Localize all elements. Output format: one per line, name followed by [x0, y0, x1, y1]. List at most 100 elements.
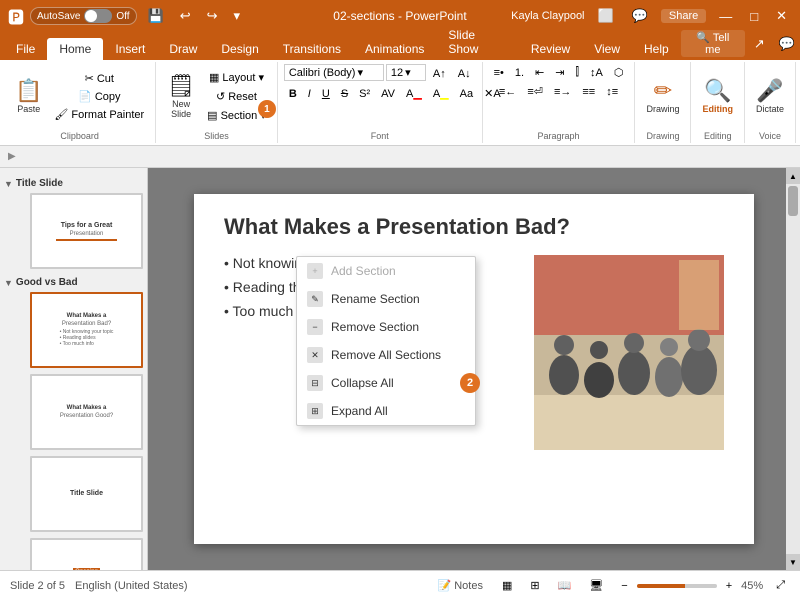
highlight-button[interactable]: A▁: [428, 85, 454, 102]
editing-button[interactable]: 🔍 Editing: [697, 69, 738, 125]
text-direction-button[interactable]: ↕A: [585, 64, 608, 81]
view-normal-button[interactable]: ▦: [497, 577, 517, 594]
paste-button[interactable]: 📋 Paste: [10, 69, 47, 125]
font-selector-row: Calibri (Body)▾ 12▾ A↑ A↓: [284, 64, 476, 83]
font-color-button[interactable]: A▁: [401, 85, 427, 102]
tab-home[interactable]: Home: [47, 38, 103, 60]
drawing-group: ✏ Drawing Drawing: [635, 62, 691, 143]
section-header-good-vs-bad[interactable]: ▼ Good vs Bad: [4, 275, 143, 290]
zoom-slider[interactable]: [637, 584, 717, 588]
customize-button[interactable]: ▾: [229, 6, 246, 26]
context-menu-remove-section[interactable]: − Remove Section: [297, 313, 475, 341]
align-left-button[interactable]: ≡←: [494, 83, 521, 100]
tab-design[interactable]: Design: [209, 38, 270, 60]
cut-button[interactable]: ✂ Cut: [49, 70, 149, 87]
notes-icon: 📝: [438, 579, 452, 592]
columns-button[interactable]: ⫿: [570, 64, 584, 81]
view-reading-button[interactable]: 📖: [553, 577, 577, 594]
bullets-button[interactable]: ≡•: [489, 64, 509, 81]
section-bar-text: ▶: [8, 151, 16, 162]
context-menu-collapse-all[interactable]: ⊟ Collapse All 2: [297, 369, 475, 397]
drawing-button[interactable]: ✏ Drawing: [641, 69, 684, 125]
comments-button[interactable]: 💬: [627, 6, 653, 26]
share-ribbon-button[interactable]: ↗: [749, 34, 770, 54]
section-title-slide-label: Title Slide: [16, 178, 63, 189]
autosave-toggle[interactable]: [84, 9, 112, 23]
ribbon-collapse-button[interactable]: ⬜: [593, 6, 619, 26]
autosave-badge[interactable]: AutoSave Off: [30, 7, 137, 25]
bold-button[interactable]: B: [284, 85, 302, 102]
maximize-button[interactable]: □: [745, 7, 763, 26]
tab-transitions[interactable]: Transitions: [271, 38, 353, 60]
context-menu: + Add Section ✎ Rename Section − Remove …: [296, 256, 476, 426]
align-buttons: ≡← ≡⏎ ≡→ ≡≡ ↕≡: [494, 83, 623, 100]
slide-thumb-4[interactable]: Title Slide: [30, 456, 143, 532]
numbering-button[interactable]: 1.: [510, 64, 529, 81]
context-menu-rename-section[interactable]: ✎ Rename Section: [297, 285, 475, 313]
strikethrough-button[interactable]: S: [336, 85, 353, 102]
tab-draw[interactable]: Draw: [157, 38, 209, 60]
tab-slideshow[interactable]: Slide Show: [436, 24, 518, 60]
justify-button[interactable]: ≡≡: [577, 83, 600, 100]
tab-help[interactable]: Help: [632, 38, 681, 60]
drawing-label: Drawing: [646, 129, 679, 141]
font-decrease-button[interactable]: A↓: [453, 64, 476, 83]
font-case-button[interactable]: Aa: [455, 85, 478, 102]
redo-button[interactable]: ↪: [202, 6, 223, 26]
align-right-button[interactable]: ≡→: [549, 83, 576, 100]
vertical-scrollbar[interactable]: ▲ ▼: [786, 168, 800, 570]
scroll-up-button[interactable]: ▲: [786, 168, 800, 184]
slide-thumb-5[interactable]: Opening Topics/Opening: [30, 538, 143, 570]
view-slide-sorter-button[interactable]: ⊞: [525, 577, 544, 594]
font-size-selector[interactable]: 12▾: [386, 64, 426, 81]
list-buttons: ≡• 1. ⇤ ⇥ ⫿ ↕A ⬡: [489, 64, 629, 81]
notes-button[interactable]: 📝 Notes: [432, 577, 489, 594]
scroll-thumb[interactable]: [788, 186, 798, 216]
tab-review[interactable]: Review: [519, 38, 582, 60]
tab-insert[interactable]: Insert: [103, 38, 157, 60]
save-button[interactable]: 💾: [143, 6, 169, 26]
format-painter-button[interactable]: 🖌 Format Painter: [49, 106, 149, 123]
view-presenter-button[interactable]: 🖥: [584, 577, 608, 594]
slide-thumb-3-content: What Makes a Presentation Good?: [32, 376, 141, 448]
slide-panel: ▼ Title Slide 1 Tips for a Great Present…: [0, 168, 148, 570]
comments-ribbon-button[interactable]: 💬: [774, 34, 800, 54]
share-button[interactable]: Share: [661, 9, 706, 23]
tab-file[interactable]: File: [4, 38, 47, 60]
align-center-button[interactable]: ≡⏎: [522, 83, 548, 100]
line-spacing-button[interactable]: ↕≡: [601, 83, 623, 100]
slide-thumb-1[interactable]: Tips for a Great Presentation: [30, 193, 143, 269]
slide-thumb-2[interactable]: What Makes a Presentation Bad? • Not kno…: [30, 292, 143, 368]
char-spacing-button[interactable]: AV: [376, 85, 400, 102]
zoom-out-button[interactable]: −: [616, 578, 632, 594]
font-increase-button[interactable]: A↑: [428, 64, 451, 83]
italic-button[interactable]: I: [303, 85, 316, 102]
ribbon-body: 📋 Paste ✂ Cut 📄 Copy 🖌 Format Painter Cl…: [0, 60, 800, 146]
tab-view[interactable]: View: [582, 38, 632, 60]
font-name-selector[interactable]: Calibri (Body)▾: [284, 64, 384, 81]
context-menu-remove-all-sections[interactable]: ✕ Remove All Sections: [297, 341, 475, 369]
tab-animations[interactable]: Animations: [353, 38, 436, 60]
convert-to-smartart-button[interactable]: ⬡: [609, 64, 629, 81]
new-slide-button[interactable]: 🗒 NewSlide: [162, 69, 200, 125]
increase-indent-button[interactable]: ⇥: [550, 64, 569, 81]
underline-button[interactable]: U: [317, 85, 335, 102]
dictate-button[interactable]: 🎤 Dictate: [751, 69, 789, 125]
fit-slide-button[interactable]: ⤢: [771, 577, 790, 594]
editing-label: Editing: [704, 129, 732, 141]
decrease-indent-button[interactable]: ⇤: [530, 64, 549, 81]
section-header-title-slide[interactable]: ▼ Title Slide: [4, 176, 143, 191]
context-menu-expand-all[interactable]: ⊞ Expand All: [297, 397, 475, 425]
zoom-in-button[interactable]: +: [721, 578, 737, 594]
layout-button[interactable]: ▦ Layout ▾: [202, 69, 271, 86]
minimize-button[interactable]: —: [714, 7, 737, 26]
section-button[interactable]: ▤ Section ▾ 1: [202, 107, 271, 124]
slide-thumb-3[interactable]: What Makes a Presentation Good?: [30, 374, 143, 450]
copy-button[interactable]: 📄 Copy: [49, 88, 149, 105]
close-button[interactable]: ✕: [771, 6, 792, 26]
undo-button[interactable]: ↩: [175, 6, 196, 26]
scroll-down-button[interactable]: ▼: [786, 554, 800, 570]
search-button[interactable]: 🔍 Tell me: [681, 30, 745, 57]
shadow-button[interactable]: S²: [354, 85, 375, 102]
rename-section-icon: ✎: [307, 291, 323, 307]
